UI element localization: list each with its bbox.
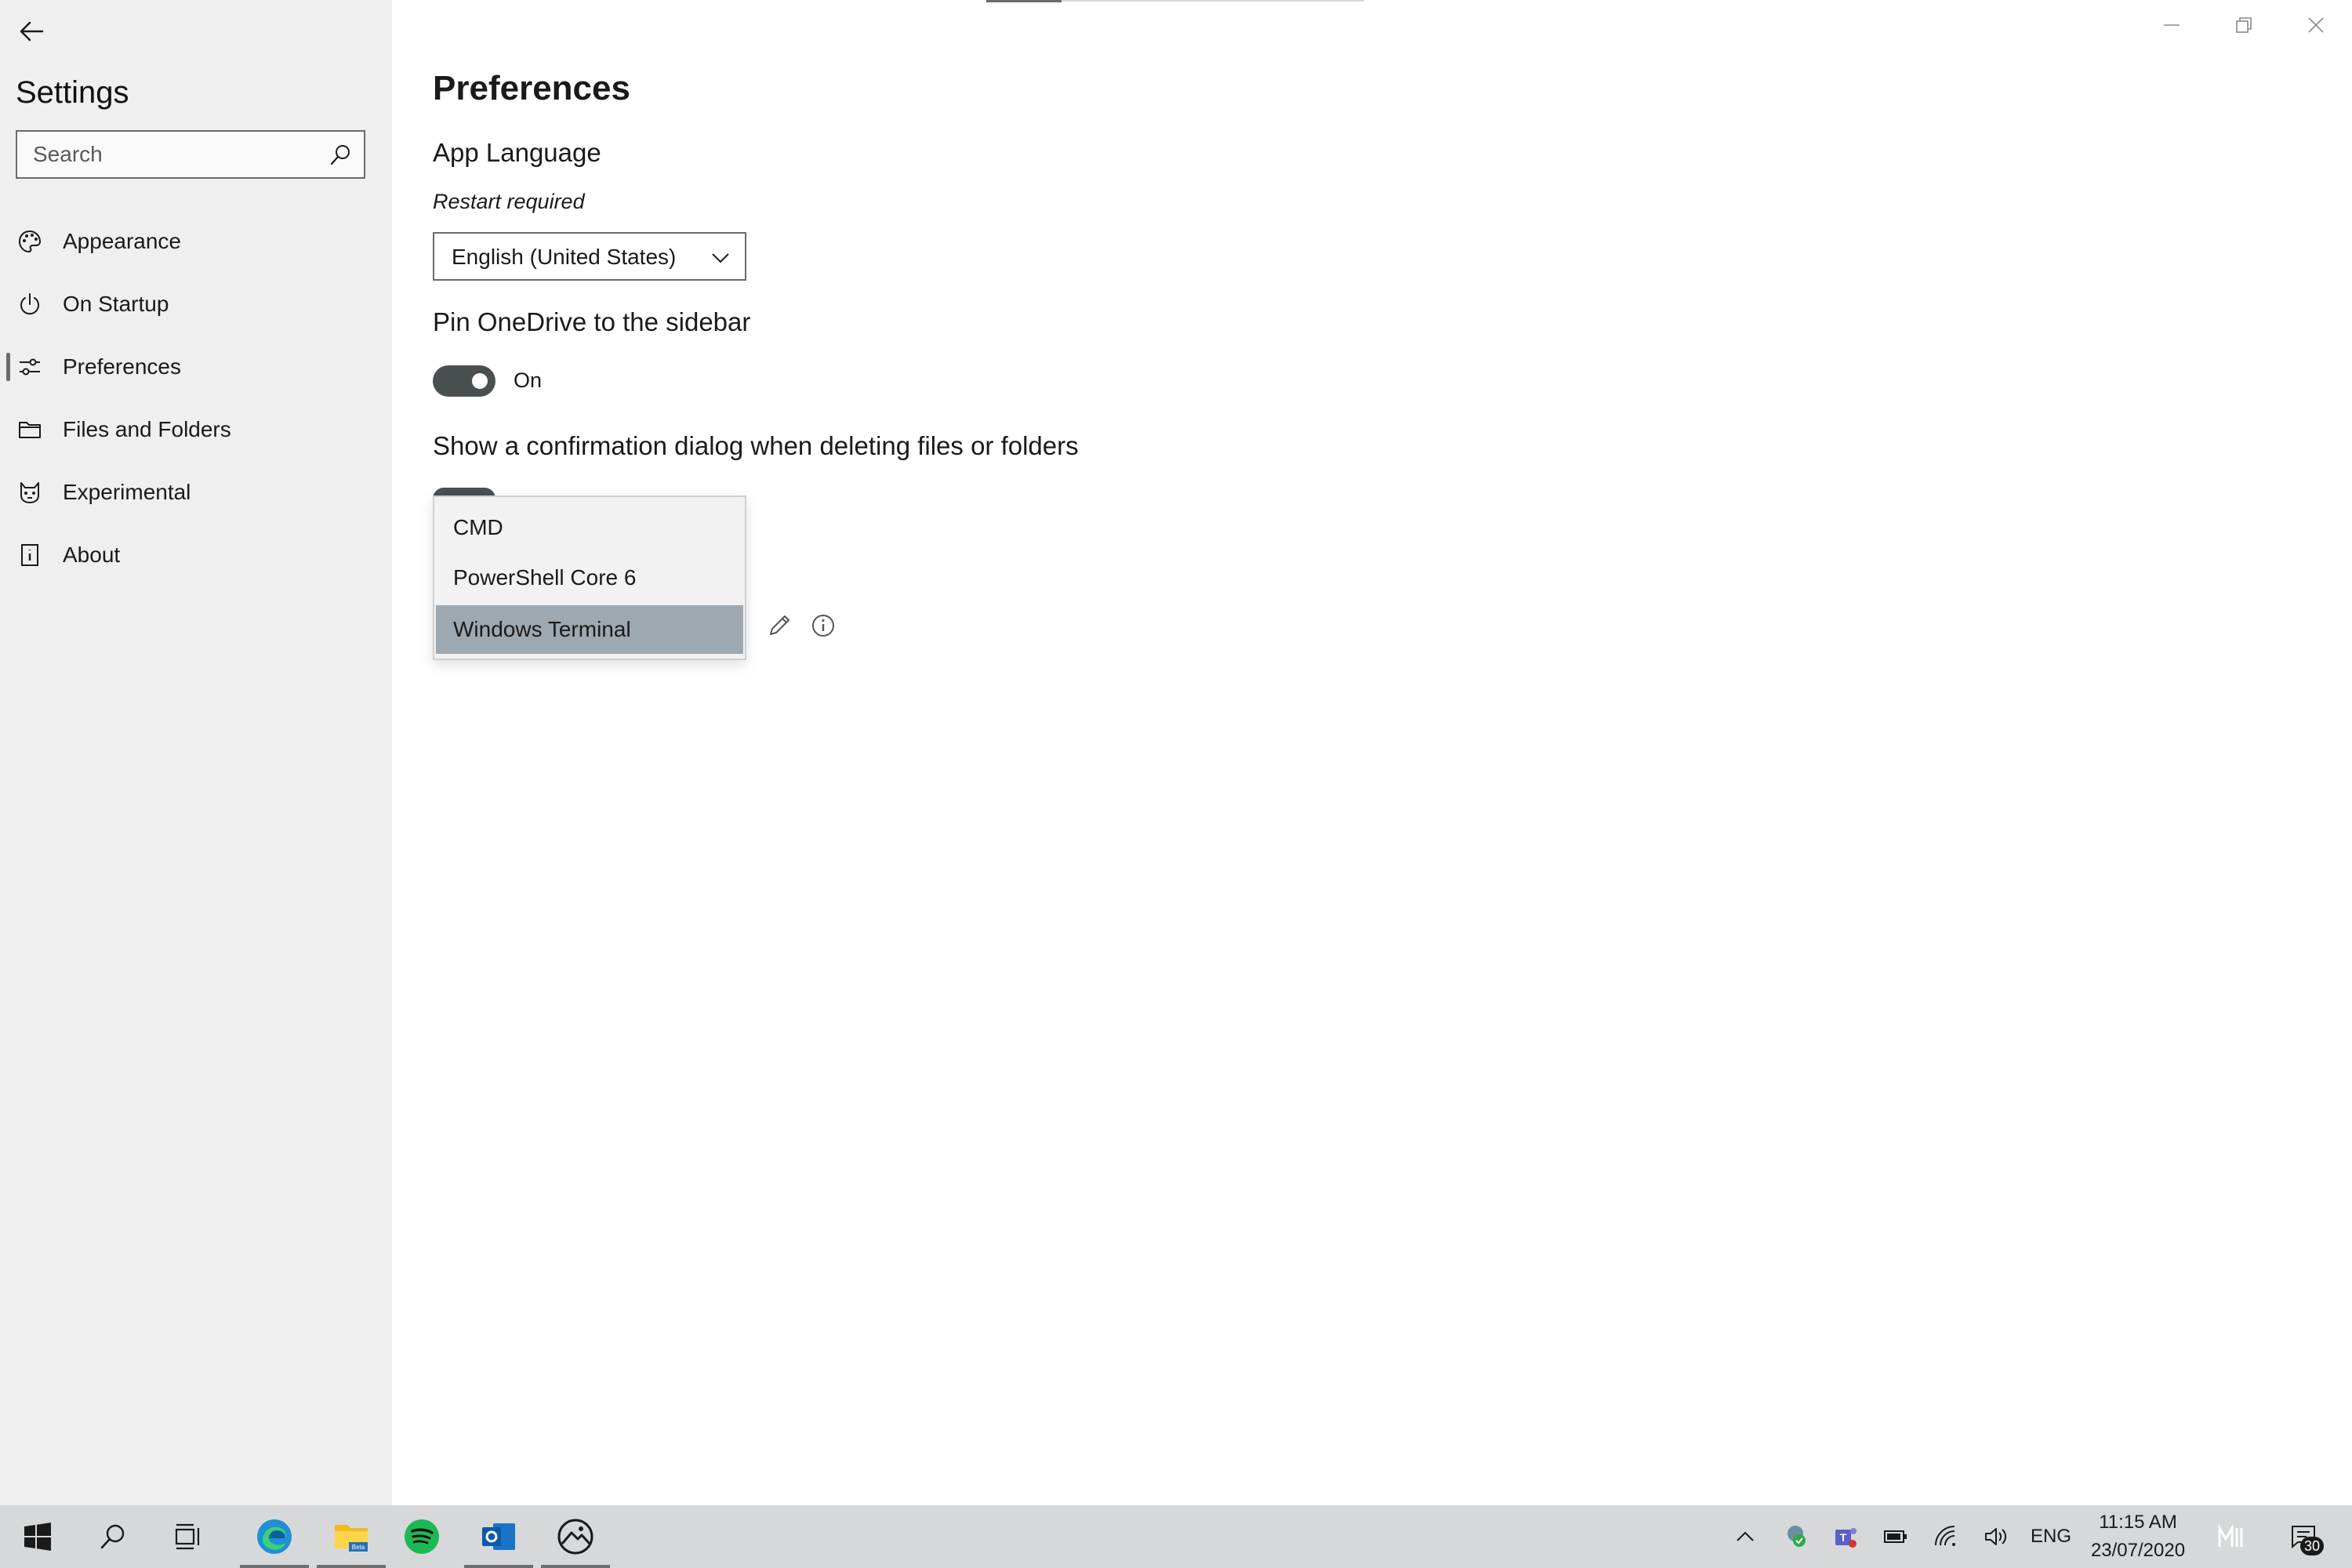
palette-icon (18, 230, 42, 253)
wifi-tray-icon[interactable] (1930, 1521, 1962, 1552)
teams-tray-icon[interactable]: T (1830, 1521, 1861, 1552)
search-icon (100, 1524, 125, 1549)
outlook-icon (482, 1523, 515, 1550)
battery-icon (1884, 1530, 1907, 1543)
page-title: Preferences (433, 69, 630, 107)
taskbar-app-files[interactable] (538, 1505, 613, 1568)
edge-icon (257, 1519, 292, 1554)
taskbar-app-spotify[interactable] (384, 1505, 459, 1568)
chevron-down-icon (712, 253, 729, 263)
confirm-delete-heading: Show a confirmation dialog when deleting… (433, 431, 1079, 460)
terminal-option-cmd[interactable]: CMD (436, 503, 743, 552)
onedrive-toggle-state: On (514, 368, 543, 392)
svg-text:Beta: Beta (352, 1544, 365, 1551)
file-explorer-beta-icon: Beta (335, 1525, 368, 1552)
taskbar-app-file-explorer[interactable]: Beta (314, 1505, 389, 1568)
onedrive-heading: Pin OneDrive to the sidebar (433, 307, 751, 336)
sidebar-item-files-and-folders[interactable]: Files and Folders (0, 398, 392, 461)
input-language-indicator[interactable]: ENG (2031, 1526, 2071, 1548)
teams-icon: T (1835, 1528, 1857, 1548)
clock-time[interactable]: 11:15 AM (2095, 1512, 2181, 1534)
shield-check-icon (1788, 1526, 1806, 1547)
search-icon[interactable] (328, 143, 353, 168)
search-input[interactable] (17, 132, 307, 177)
sidebar-nav: Appearance On Startup Preferences Files … (0, 210, 392, 586)
sidebar-item-label: Preferences (63, 354, 181, 379)
cat-icon (20, 482, 39, 503)
terminal-option-windows-terminal[interactable]: Windows Terminal (436, 605, 743, 654)
folder-icon (19, 422, 41, 438)
info-icon[interactable] (809, 612, 837, 640)
taskbar-app-outlook[interactable] (461, 1505, 536, 1568)
sidebar-item-about[interactable]: About (0, 524, 392, 586)
app-language-value: English (United States) (452, 245, 677, 269)
drag-region-line (1062, 0, 1364, 2)
close-icon (2308, 17, 2324, 33)
close-button[interactable] (2292, 8, 2339, 42)
svg-text:T: T (1840, 1531, 1847, 1544)
taskbar-search-button[interactable] (75, 1505, 151, 1568)
sidebar: Settings Appearance On Startup (0, 0, 392, 1505)
terminal-option-powershell[interactable]: PowerShell Core 6 (436, 554, 743, 602)
chevron-up-icon (1737, 1531, 1754, 1541)
power-icon (20, 293, 39, 315)
sidebar-item-experimental[interactable]: Experimental (0, 461, 392, 524)
back-arrow-icon (20, 21, 44, 42)
restore-button[interactable] (2220, 8, 2267, 42)
restore-icon (2236, 17, 2252, 33)
taskbar-app-edge[interactable] (237, 1505, 312, 1568)
minimize-icon (2164, 24, 2180, 26)
onedrive-toggle[interactable] (433, 365, 495, 397)
battery-tray-icon[interactable] (1880, 1521, 1911, 1552)
security-tray-icon[interactable] (1780, 1521, 1811, 1552)
search-box[interactable] (16, 130, 365, 179)
show-hidden-icons-button[interactable] (1730, 1521, 1761, 1552)
start-button[interactable] (0, 1505, 75, 1568)
edit-icon[interactable] (765, 612, 793, 640)
sidebar-item-label: On Startup (63, 292, 169, 316)
volume-tray-icon[interactable] (1980, 1521, 2012, 1552)
clock-date[interactable]: 23/07/2020 (2085, 1540, 2190, 1562)
sidebar-item-label: About (63, 543, 121, 567)
sidebar-item-label: Files and Folders (63, 417, 231, 441)
meet-now-tray-icon[interactable] (2216, 1521, 2247, 1552)
spotify-icon (405, 1519, 439, 1554)
minimize-button[interactable] (2148, 8, 2195, 42)
sidebar-item-label: Appearance (63, 229, 182, 253)
sidebar-item-label: Experimental (63, 480, 191, 504)
app-language-heading: App Language (433, 138, 601, 167)
app-title: Settings (16, 75, 129, 110)
volume-icon (1985, 1528, 2007, 1545)
sidebar-item-preferences[interactable]: Preferences (0, 336, 392, 398)
info-book-icon (21, 544, 38, 566)
sidebar-item-appearance[interactable]: Appearance (0, 210, 392, 273)
drag-region-indicator (986, 0, 1062, 2)
wifi-icon (1935, 1526, 1955, 1546)
meet-now-icon (2218, 1523, 2243, 1547)
task-view-button[interactable] (151, 1505, 226, 1568)
notification-count-badge: 30 (2300, 1537, 2324, 1555)
start-icon (24, 1523, 51, 1551)
app-language-dropdown[interactable]: English (United States) (433, 232, 746, 281)
back-button[interactable] (14, 14, 49, 49)
taskbar: Beta T ENG 11:15 AM 23/07/2020 30 (0, 1505, 2352, 1568)
files-app-icon (557, 1519, 593, 1555)
task-view-icon (175, 1523, 200, 1550)
restart-required-note: Restart required (433, 190, 585, 213)
sidebar-item-on-startup[interactable]: On Startup (0, 273, 392, 336)
toggle-knob (472, 373, 488, 389)
sliders-icon (20, 358, 40, 376)
terminal-dropdown-list: CMD PowerShell Core 6 Windows Terminal (433, 495, 746, 660)
